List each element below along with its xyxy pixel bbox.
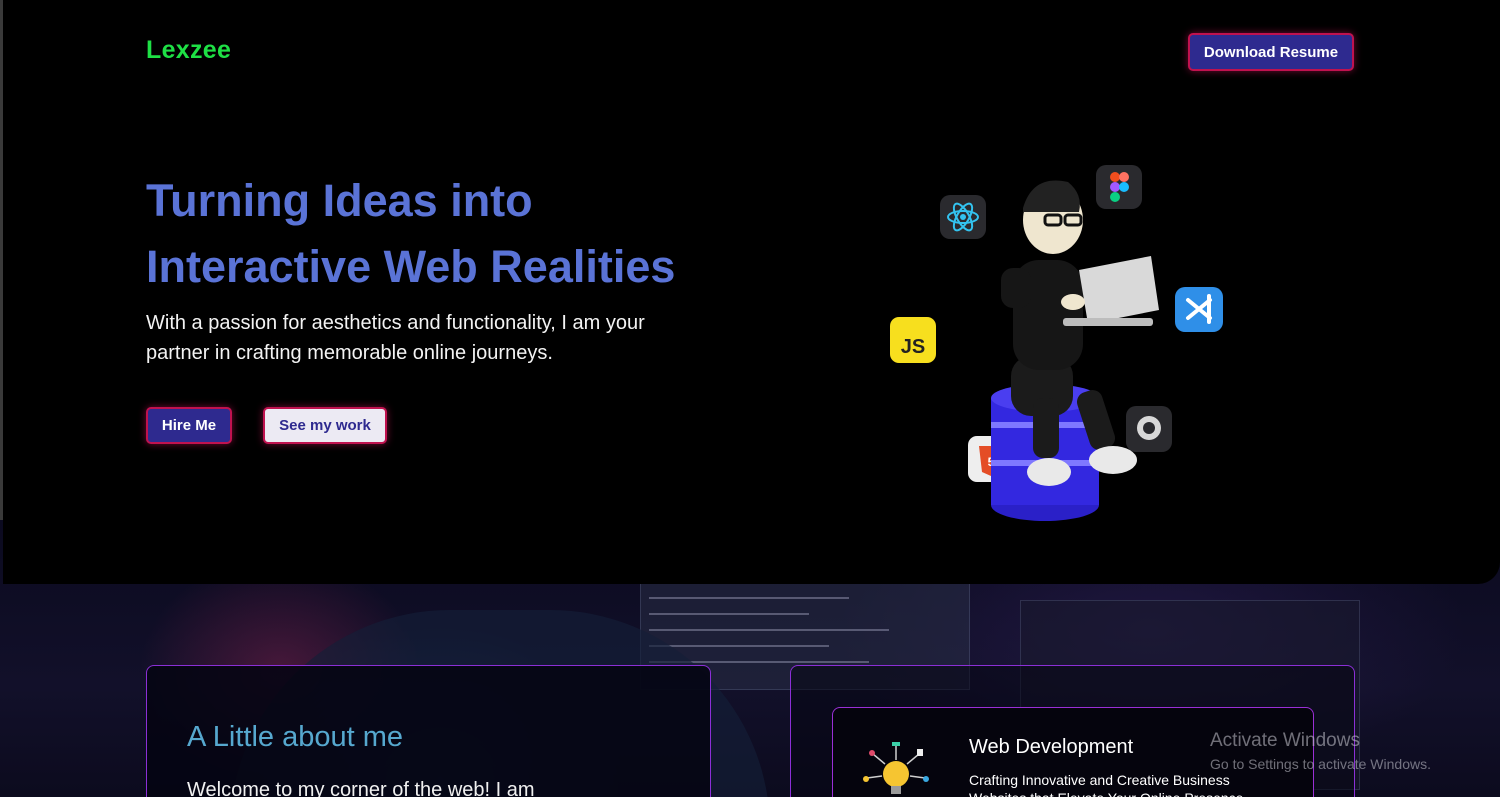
developer-illustration: JS 5 (890, 165, 1223, 521)
service-description: Crafting Innovative and Creative Busines… (969, 772, 1243, 797)
svg-text:JS: JS (901, 336, 925, 358)
vscode-icon (1175, 287, 1223, 332)
javascript-icon: JS (890, 317, 936, 363)
download-resume-button[interactable]: Download Resume (1188, 33, 1354, 71)
lightbulb-icon (863, 742, 929, 794)
hero-headline: Turning Ideas into Interactive Web Reali… (146, 168, 786, 300)
figma-icon (1096, 165, 1142, 209)
brand-logo[interactable]: Lexzee (146, 36, 231, 65)
github-icon (1126, 406, 1172, 452)
react-icon (940, 195, 986, 239)
headline-line-2: Interactive Web Realities (146, 241, 676, 292)
watermark-title: Activate Windows (1210, 730, 1360, 751)
activate-windows-watermark: Activate Windows Go to Settings to activ… (1210, 730, 1431, 772)
see-my-work-button[interactable]: See my work (263, 407, 387, 444)
service-title: Web Development (969, 736, 1134, 758)
nav-project[interactable]: Project (96, 0, 146, 17)
nav-contact[interactable]: Contact (150, 0, 205, 17)
hire-me-button[interactable]: Hire Me (146, 407, 232, 444)
hero-section: Lexzee Home About Project Contact Downlo… (3, 0, 1500, 584)
about-title: A Little about me (187, 721, 404, 753)
nav-about[interactable]: About (49, 0, 91, 17)
about-card: A Little about me Welcome to my corner o… (146, 665, 711, 797)
hero-subtext: With a passion for aesthetics and functi… (146, 312, 645, 364)
watermark-subtitle: Go to Settings to activate Windows. (1210, 756, 1431, 772)
main-nav: Home About Project Contact (3, 0, 1500, 18)
headline-line-1: Turning Ideas into (146, 175, 533, 226)
nav-home[interactable]: Home (3, 0, 46, 17)
about-text: Welcome to my corner of the web! I am (187, 779, 535, 797)
